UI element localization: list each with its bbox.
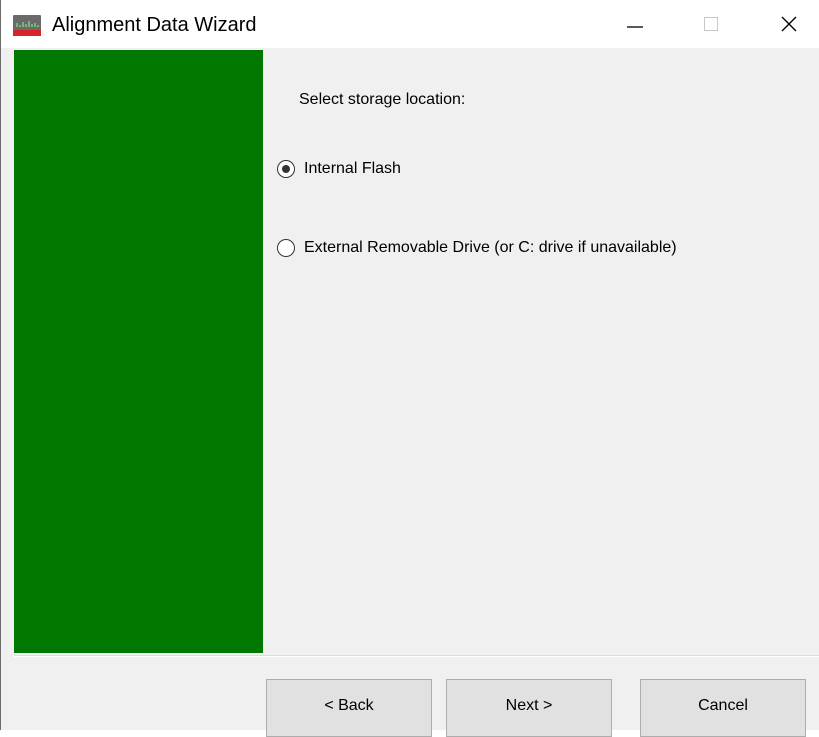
wizard-side-panel xyxy=(14,50,263,653)
radio-external-drive[interactable] xyxy=(277,239,295,257)
title-bar[interactable]: Alignment Data Wizard xyxy=(1,0,819,48)
storage-prompt: Select storage location: xyxy=(299,91,466,108)
footer-separator-highlight xyxy=(14,656,819,657)
option-label[interactable]: Internal Flash xyxy=(304,158,401,180)
maximize-icon xyxy=(704,17,718,31)
option-internal-flash[interactable]: Internal Flash xyxy=(277,158,401,180)
minimize-button[interactable] xyxy=(605,0,665,48)
wizard-window: Alignment Data Wizard Select storage loc… xyxy=(0,0,819,737)
option-external-drive[interactable]: External Removable Drive (or C: drive if… xyxy=(277,237,677,259)
maximize-button[interactable] xyxy=(681,0,741,48)
back-button[interactable]: < Back xyxy=(266,679,432,737)
option-label[interactable]: External Removable Drive (or C: drive if… xyxy=(304,237,677,259)
close-icon xyxy=(781,16,797,32)
minimize-icon xyxy=(627,26,643,28)
next-button[interactable]: Next > xyxy=(446,679,612,737)
cancel-button[interactable]: Cancel xyxy=(640,679,806,737)
radio-internal-flash[interactable] xyxy=(277,160,295,178)
radio-selected-dot xyxy=(282,165,290,173)
app-logo-icon xyxy=(13,15,41,36)
window-title: Alignment Data Wizard xyxy=(52,14,257,36)
close-button[interactable] xyxy=(759,0,819,48)
